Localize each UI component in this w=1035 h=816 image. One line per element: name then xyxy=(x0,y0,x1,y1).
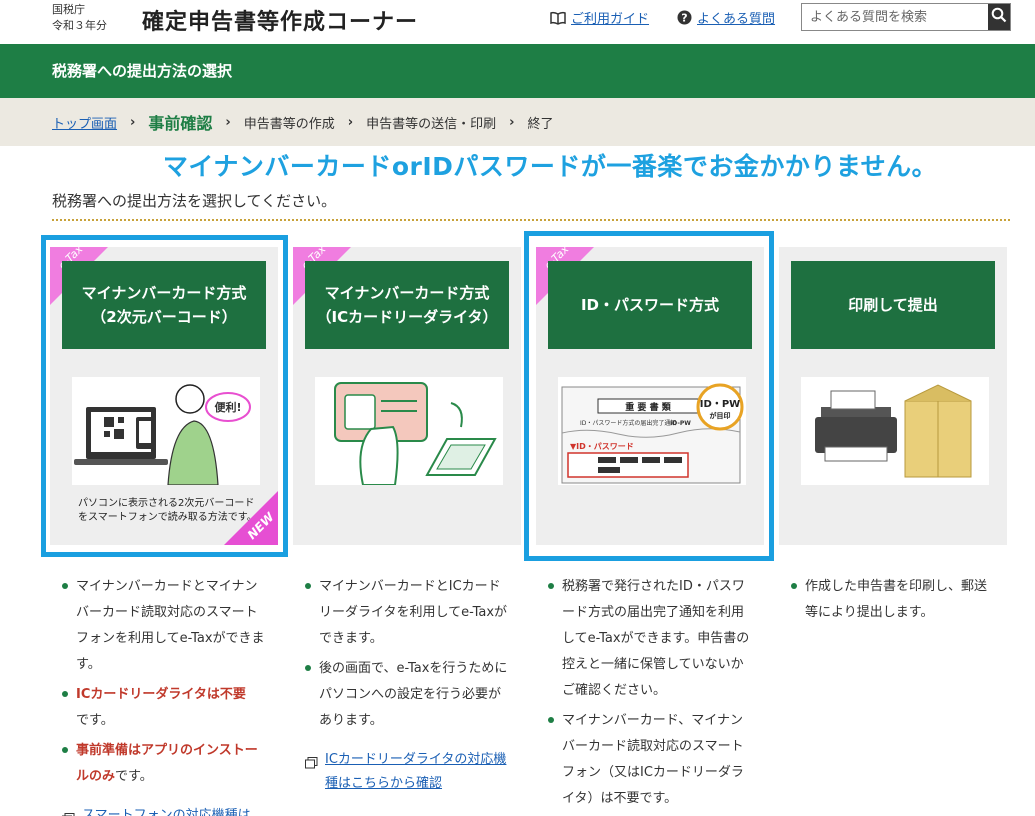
external-doc-icon xyxy=(305,754,318,778)
book-icon xyxy=(550,11,566,25)
promo-banner-text: マイナンバーカードorIDパスワードが一番楽でお金かかりません。 xyxy=(162,152,938,181)
method-card-id-password[interactable]: e-Tax ID・パスワード方式 重 要 書 類 ID・パスワード方式の届出完了… xyxy=(536,247,764,545)
seal-text1: ID・PW xyxy=(700,399,740,410)
chevron-right-icon: › xyxy=(130,114,136,130)
list-item: マイナンバーカード、マイナンバーカード読取対応のスマートフォン（又はICカードリ… xyxy=(546,708,751,812)
list-item: マイナンバーカードとマイナンバーカード読取対応のスマートフォンを利用してe-Ta… xyxy=(60,574,270,678)
icreader-models-link[interactable]: ICカードリーダライタの対応機種はこちらから確認 xyxy=(303,748,513,796)
chevron-right-icon: › xyxy=(509,114,515,130)
breadcrumb: トップ画面 › 事前確認 › 申告書等の作成 › 申告書等の送信・印刷 › 終了 xyxy=(0,98,1035,146)
breadcrumb-step-end: 終了 xyxy=(527,116,554,132)
method-card-mynumber-icreader[interactable]: e-Tax マイナンバーカード方式 （ICカードリーダライタ） xyxy=(293,247,521,545)
bubble-text: 便利! xyxy=(214,400,241,414)
guide-link[interactable]: ご利用ガイド xyxy=(550,8,649,27)
method-card-title-line1: 印刷して提出 xyxy=(848,296,938,314)
method-card-title: 印刷して提出 xyxy=(791,261,995,349)
method-card-title-line1: ID・パスワード方式 xyxy=(580,296,720,314)
faq-link[interactable]: ? よくある質問 xyxy=(677,8,775,27)
method-card-title-line2: （2次元バーコード） xyxy=(91,308,237,326)
app-title: 確定申告書等作成コーナー xyxy=(142,10,419,35)
smartphone-qr-illustration: 便利! xyxy=(72,377,260,486)
printer-envelope-illustration xyxy=(801,377,989,485)
method-card-print[interactable]: 印刷して提出 xyxy=(779,247,1007,545)
agency-name: 国税庁 xyxy=(52,3,85,16)
method-card-mynumber-qr[interactable]: e-Tax マイナンバーカード方式 （2次元バーコード） 便利! パソコンに表示さ… xyxy=(50,247,278,545)
guide-link-label[interactable]: ご利用ガイド xyxy=(571,8,649,27)
smartphone-models-link[interactable]: スマートフォンの対応機種は xyxy=(60,804,270,816)
doc-subtitle: ID・パスワード方式の届出完了通知 xyxy=(580,419,676,427)
search-input[interactable] xyxy=(802,4,988,30)
method-details-col4: 作成した申告書を印刷し、郵送等により提出します。 xyxy=(789,574,994,630)
breadcrumb-current: 事前確認 xyxy=(148,114,213,133)
search-button[interactable] xyxy=(988,4,1010,30)
highlight-text: ICカードリーダライタは不要 xyxy=(76,687,246,702)
link-label[interactable]: ICカードリーダライタの対応機種はこちらから確認 xyxy=(325,752,506,791)
method-details-col3: 税務署で発行されたID・パスワード方式の届出完了通知を利用してe-Taxができま… xyxy=(546,574,751,816)
seal-text2: が目印 xyxy=(710,411,731,420)
faq-link-label[interactable]: よくある質問 xyxy=(697,8,775,27)
list-item: 作成した申告書を印刷し、郵送等により提出します。 xyxy=(789,574,994,626)
list-item: 後の画面で、e-Taxを行うためにパソコンへの設定を行う必要があります。 xyxy=(303,656,513,734)
highlight-text: 事前準備はアプリのインストールのみ xyxy=(76,743,258,784)
icreader-illustration xyxy=(315,377,503,486)
doc-title: 重 要 書 類 xyxy=(625,401,671,413)
chevron-right-icon: › xyxy=(225,114,231,130)
list-item-tail: です。 xyxy=(115,769,153,784)
method-card-title: マイナンバーカード方式 （2次元バーコード） xyxy=(62,261,266,349)
list-item-tail: です。 xyxy=(76,713,114,728)
page-title: 税務署への提出方法の選択 xyxy=(52,62,233,80)
method-card-title-line1: マイナンバーカード方式 xyxy=(324,284,490,302)
breadcrumb-step-send: 申告書等の送信・印刷 xyxy=(366,116,497,132)
method-details-col1: マイナンバーカードとマイナンバーカード読取対応のスマートフォンを利用してe-Ta… xyxy=(60,574,270,816)
section-band: 税務署への提出方法の選択 xyxy=(0,44,1035,98)
list-item: ICカードリーダライタは不要 です。 xyxy=(60,682,270,734)
svg-text:?: ? xyxy=(681,12,687,25)
doc-label: ▼ID・パスワード xyxy=(570,441,634,451)
search-icon xyxy=(991,7,1007,27)
method-card-title: ID・パスワード方式 xyxy=(548,261,752,349)
doc-idpw: ID-PW xyxy=(670,420,691,427)
faq-search xyxy=(801,3,1011,31)
method-card-title-line2: （ICカードリーダライタ） xyxy=(316,308,498,326)
breadcrumb-step-create: 申告書等の作成 xyxy=(243,116,335,132)
chevron-right-icon: › xyxy=(347,114,354,130)
id-password-notice-illustration: 重 要 書 類 ID・パスワード方式の届出完了通知 ID-PW ▼ID・パスワー… xyxy=(558,377,746,485)
list-item: 事前準備はアプリのインストールのみです。 xyxy=(60,738,270,790)
breadcrumb-top[interactable]: トップ画面 xyxy=(52,113,117,132)
method-details-col2: マイナンバーカードとICカードリーダライタを利用してe-Taxができます。 後の… xyxy=(303,574,513,796)
external-doc-icon xyxy=(62,810,75,816)
list-item: マイナンバーカードとICカードリーダライタを利用してe-Taxができます。 xyxy=(303,574,513,652)
instruction-text: 税務署への提出方法を選択してください。 xyxy=(52,192,337,210)
question-icon: ? xyxy=(677,10,692,25)
tax-year: 令和３年分 xyxy=(52,19,107,32)
site-header: 国税庁 令和３年分 確定申告書等作成コーナー ご利用ガイド ? よくある質問 xyxy=(0,0,1035,44)
link-label[interactable]: スマートフォンの対応機種は xyxy=(82,808,251,816)
method-card-title: マイナンバーカード方式 （ICカードリーダライタ） xyxy=(305,261,509,349)
list-item: 税務署で発行されたID・パスワード方式の届出完了通知を利用してe-Taxができま… xyxy=(546,574,751,704)
dotted-divider xyxy=(52,219,1010,221)
agency-info: 国税庁 令和３年分 xyxy=(52,2,107,34)
method-card-title-line1: マイナンバーカード方式 xyxy=(81,284,247,302)
